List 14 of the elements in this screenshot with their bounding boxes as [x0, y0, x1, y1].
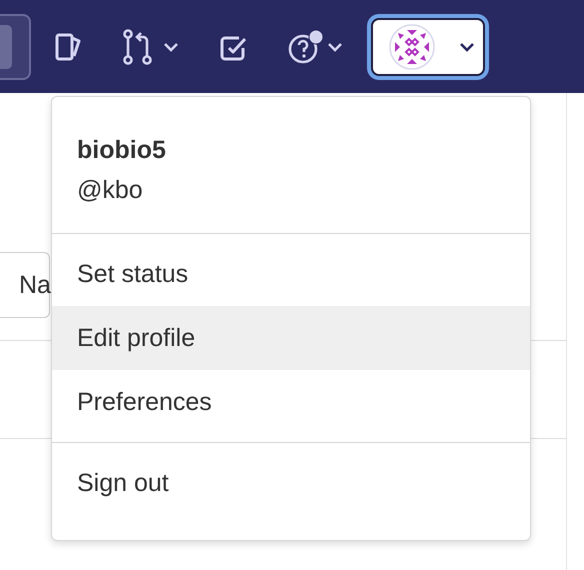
merge-request-icon[interactable]: [123, 26, 153, 66]
user-name: biobio5: [77, 135, 167, 166]
user-handle: @kbo: [77, 175, 144, 206]
caret-icon: [459, 42, 475, 52]
page-button[interactable]: Na: [0, 252, 50, 318]
issues-icon[interactable]: [55, 32, 83, 62]
menu-item[interactable]: Preferences: [52, 370, 530, 434]
menu-item[interactable]: Edit profile: [52, 306, 530, 370]
help-icon[interactable]: [287, 28, 323, 64]
avatar-icon: [389, 24, 435, 70]
menu-item[interactable]: Sign out: [52, 451, 530, 515]
caret-icon[interactable]: [163, 42, 179, 52]
caret-icon[interactable]: [327, 42, 343, 52]
menu-item[interactable]: Set status: [52, 242, 530, 306]
